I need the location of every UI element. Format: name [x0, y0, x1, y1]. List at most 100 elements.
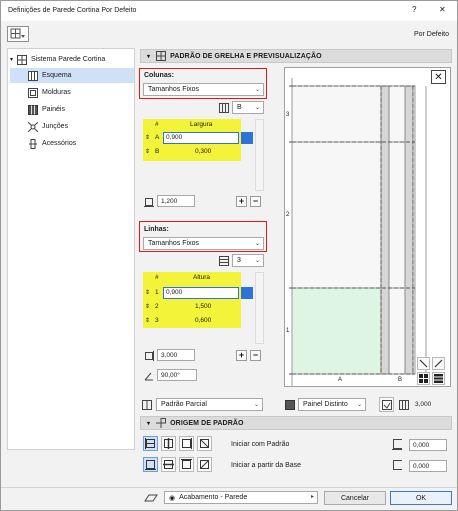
pattern-select[interactable]: Padrão Parcial ⌄ — [156, 398, 263, 411]
add-column-button[interactable]: + — [236, 196, 247, 207]
pattern-view-icon[interactable] — [432, 372, 445, 385]
drag-handle-icon[interactable]: ⇕ — [145, 317, 150, 324]
table-row[interactable]: ⇕ B 0,300 — [143, 146, 241, 158]
drag-handle-icon[interactable]: ⇕ — [145, 303, 150, 310]
drag-handle-icon[interactable]: ⇕ — [145, 148, 150, 155]
close-button[interactable]: ✕ — [439, 5, 446, 14]
chevron-right-icon: ▸ — [310, 494, 314, 500]
help-button[interactable]: ? — [412, 5, 416, 14]
origin-base-middle-button[interactable] — [161, 457, 176, 472]
rows-table: # Altura ⇕ 1 0,900 ⇕ 2 1,500 ⇕ 3 0,600 — [143, 272, 241, 328]
height-input[interactable]: 0,900 — [163, 287, 239, 299]
columns-total-field[interactable]: 1,200 — [157, 195, 195, 207]
panel-select[interactable]: Painel Distinto ⌄ — [298, 398, 366, 411]
column-select[interactable]: B ⌄ — [232, 101, 264, 114]
angle-field[interactable]: 90,00° — [157, 369, 197, 381]
total-height-icon — [144, 351, 154, 361]
remove-column-button[interactable]: − — [250, 196, 261, 207]
chevron-down-icon: ⌄ — [254, 258, 260, 264]
origin-base-custom-button[interactable] — [197, 457, 212, 472]
chevron-down-icon: ⌄ — [253, 402, 259, 408]
finish-select[interactable]: ◉ Acabamento - Parede ▸ — [164, 491, 318, 504]
tree-item-esquema[interactable]: Esquema — [10, 68, 134, 83]
base-offset-field[interactable]: 0,000 — [409, 460, 447, 472]
ok-button[interactable]: OK — [390, 491, 452, 505]
origin-section-header[interactable]: ▾ ORIGEM DE PADRÃO — [140, 416, 452, 430]
start-offset-value: 0,000 — [413, 441, 430, 449]
table-row[interactable]: ⇕ 2 1,500 — [143, 301, 241, 313]
tree-root-label: Sistema Parede Cortina — [31, 56, 106, 63]
panel-select-value: Painel Distinto — [303, 401, 348, 408]
origin-start-left-button[interactable] — [143, 436, 158, 451]
table-row[interactable]: ⇕ 3 0,600 — [143, 315, 241, 327]
columns-scrollbar[interactable] — [255, 119, 264, 191]
close-preview-icon[interactable]: ✕ — [431, 70, 446, 84]
footer-divider — [1, 487, 457, 488]
rows-scrollbar[interactable] — [255, 272, 264, 344]
origin-base-top-button[interactable] — [179, 457, 194, 472]
frame-icon — [28, 87, 38, 98]
collapse-icon: ▾ — [147, 53, 151, 60]
vertical-offset-icon — [392, 460, 402, 470]
row-id: 3 — [155, 317, 159, 324]
column-selector-icon — [219, 103, 229, 113]
row-color-swatch[interactable] — [241, 287, 253, 299]
drag-handle-icon[interactable]: ⇕ — [145, 289, 150, 296]
grid-pattern-icon — [156, 51, 167, 61]
drag-handle-icon[interactable]: ⇕ — [145, 134, 150, 141]
angle-icon — [144, 371, 154, 381]
preview-row-label: 3 — [286, 112, 290, 118]
origin-start-right-button[interactable] — [179, 436, 194, 451]
header-width: Largura — [190, 121, 213, 128]
tree-root[interactable]: ▾ Sistema Parede Cortina — [10, 52, 134, 67]
table-row[interactable]: ⇕ 1 0,900 — [143, 287, 241, 299]
rows-table-header: # Altura — [143, 272, 241, 284]
settings-tree: ▾ Sistema Parede Cortina Esquema Moldura… — [7, 48, 135, 450]
tree-item-juncoes[interactable]: Junções — [10, 119, 134, 134]
diagonal-left-icon[interactable] — [417, 357, 430, 370]
finish-select-value: Acabamento - Parede — [179, 494, 248, 501]
origin-start-center-button[interactable] — [161, 436, 176, 451]
tree-item-acessorios[interactable]: Acessórios — [10, 136, 134, 151]
scheme-icon — [28, 70, 38, 81]
columns-mode-select[interactable]: Tamanhos Fixos ⌄ — [143, 83, 264, 96]
grid-section-header[interactable]: ▾ PADRÃO DE GRELHA E PREVISUALIZAÇÃO — [140, 49, 452, 63]
tree-item-paineis[interactable]: Painéis — [10, 102, 134, 117]
chevron-down-icon: ⌄ — [254, 241, 260, 247]
origin-base-middle-icon — [163, 460, 174, 469]
surface-icon — [144, 493, 158, 503]
preview-col-label: A — [338, 377, 343, 383]
row-id: 1 — [155, 289, 159, 296]
cancel-label: Cancelar — [340, 494, 369, 502]
origin-base-custom-icon — [200, 460, 209, 469]
width-input[interactable]: 0,900 — [163, 132, 239, 144]
origin-start-custom-button[interactable] — [197, 436, 212, 451]
preview-col-label: B — [398, 377, 403, 383]
panel-icon — [28, 104, 38, 115]
frame-options-button[interactable] — [379, 397, 394, 412]
tree-item-molduras[interactable]: Molduras — [10, 85, 134, 100]
origin-start-right-icon — [182, 438, 192, 449]
grid-view-icon[interactable] — [417, 372, 430, 385]
start-offset-field[interactable]: 0,000 — [409, 439, 447, 451]
height-value: 1,500 — [195, 303, 212, 310]
row-id: 2 — [155, 303, 159, 310]
grid-preview: 3 2 1 A B ✕ — [284, 67, 451, 387]
origin-start-custom-icon — [200, 439, 209, 448]
origin-base-top-icon — [181, 459, 192, 469]
add-row-button[interactable]: + — [236, 350, 247, 361]
table-row[interactable]: ⇕ A 0,900 — [143, 132, 241, 144]
cancel-button[interactable]: Cancelar — [324, 491, 386, 505]
rows-total-field[interactable]: 3,000 — [157, 349, 195, 361]
base-offset-value: 0,000 — [413, 462, 430, 470]
width-value: 0,900 — [166, 134, 183, 141]
rows-mode-select[interactable]: Tamanhos Fixos ⌄ — [143, 237, 264, 250]
row-select[interactable]: 3 ⌄ — [232, 254, 264, 267]
favorites-button[interactable] — [7, 26, 29, 42]
rows-mode-value: Tamanhos Fixos — [148, 240, 199, 247]
eye-icon: ◉ — [169, 494, 176, 502]
remove-row-button[interactable]: − — [250, 350, 261, 361]
origin-base-bottom-button[interactable] — [143, 457, 158, 472]
diagonal-right-icon[interactable] — [432, 357, 445, 370]
column-color-swatch[interactable] — [241, 132, 253, 144]
